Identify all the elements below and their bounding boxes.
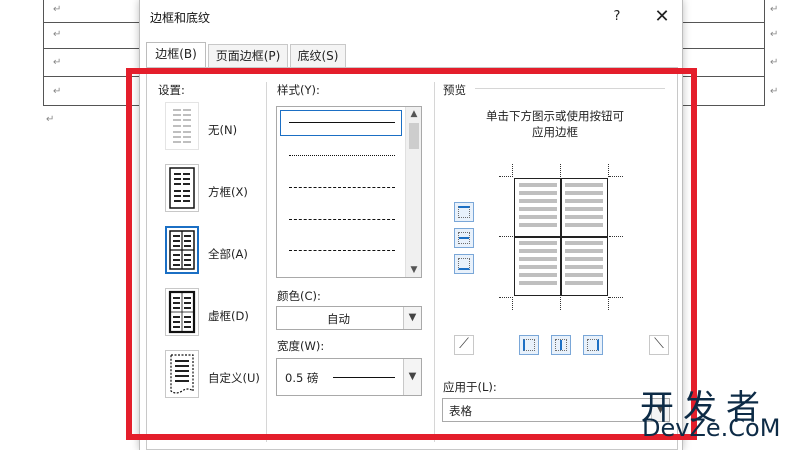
- column-divider: [434, 82, 435, 442]
- scroll-thumb[interactable]: [409, 123, 419, 149]
- diagonal-down-border-button[interactable]: ⟍: [649, 335, 669, 355]
- preview-divider: [475, 88, 665, 89]
- tab-page-border[interactable]: 页面边框(P): [208, 44, 288, 68]
- style-dashed-small[interactable]: [289, 187, 395, 188]
- corner-mark: [609, 297, 623, 298]
- paragraph-mark: ↵: [53, 57, 62, 68]
- corner-mark: [609, 236, 623, 237]
- preview-hint: 应用边框: [532, 125, 578, 139]
- setting-custom-icon: [170, 354, 194, 394]
- width-value: 0.5 磅: [285, 371, 319, 385]
- corner-mark: [499, 176, 513, 177]
- inside-vertical-border-icon: [555, 339, 567, 351]
- color-select[interactable]: 自动 ▼: [276, 306, 422, 330]
- preview-label: 预览: [443, 83, 466, 97]
- corner-mark: [512, 164, 513, 177]
- style-scrollbar[interactable]: ▲ ▼: [405, 107, 421, 277]
- setting-grid-thumb[interactable]: [165, 288, 199, 336]
- width-select[interactable]: 0.5 磅 ▼: [276, 358, 422, 396]
- left-border-icon: [523, 339, 535, 351]
- paragraph-mark: ↵: [770, 86, 779, 97]
- setting-all-label[interactable]: 全部(A): [208, 246, 248, 262]
- style-list[interactable]: ▲ ▼: [276, 106, 422, 278]
- setting-box-thumb[interactable]: [165, 164, 199, 212]
- paragraph-mark: ↵: [53, 86, 62, 97]
- borders-and-shading-dialog: 边框和底纹 ? ✕ 边框(B) 页面边框(P) 底纹(S) 设置: 无(N) 方…: [139, 0, 683, 450]
- chevron-down-icon[interactable]: ▼: [403, 307, 421, 329]
- diagonal-up-border-button[interactable]: ⟋: [454, 335, 474, 355]
- setting-grid-icon: [168, 290, 196, 334]
- borders-panel: 设置: 无(N) 方框(X) 全部(A) 虚框(D) 自定义(U) 样式(Y):…: [146, 67, 678, 450]
- setting-none-thumb[interactable]: [165, 102, 199, 150]
- paragraph-mark: ↵: [770, 57, 779, 68]
- apply-to-label: 应用于(L):: [443, 380, 497, 394]
- top-border-icon: [458, 206, 470, 218]
- chevron-down-icon[interactable]: ▼: [403, 359, 421, 395]
- width-sample-line: [333, 377, 395, 378]
- style-solid[interactable]: [289, 122, 395, 123]
- inside-horizontal-border-icon: [458, 232, 470, 244]
- dialog-title: 边框和底纹: [150, 11, 211, 25]
- tab-shading[interactable]: 底纹(S): [290, 44, 346, 68]
- inside-horizontal-border-button[interactable]: [454, 228, 474, 248]
- left-border-button[interactable]: [519, 335, 539, 355]
- style-dashed-large[interactable]: [289, 219, 395, 220]
- setting-custom-thumb[interactable]: [165, 350, 199, 398]
- color-label: 颜色(C):: [277, 289, 321, 303]
- paragraph-mark: ↵: [770, 4, 779, 15]
- watermark-domain: DevZe.CoM: [642, 414, 781, 442]
- setting-box-icon: [169, 167, 195, 209]
- settings-label: 设置:: [158, 83, 185, 97]
- setting-box-label[interactable]: 方框(X): [208, 184, 248, 200]
- color-value: 自动: [327, 312, 350, 326]
- scroll-up-icon[interactable]: ▲: [406, 107, 422, 121]
- setting-none-label[interactable]: 无(N): [208, 122, 237, 138]
- corner-mark: [512, 297, 513, 310]
- setting-grid-label[interactable]: 虚框(D): [208, 308, 249, 324]
- paragraph-mark: ↵: [53, 4, 62, 15]
- paragraph-mark: ↵: [53, 29, 62, 40]
- setting-all-thumb[interactable]: [165, 226, 199, 274]
- bottom-border-icon: [458, 258, 470, 270]
- tab-borders[interactable]: 边框(B): [146, 42, 206, 68]
- style-selection: [280, 110, 402, 136]
- preview-hint: 单击下方图示或使用按钮可: [486, 109, 624, 123]
- right-border-button[interactable]: [583, 335, 603, 355]
- corner-mark: [560, 297, 561, 310]
- apply-to-value: 表格: [449, 404, 472, 418]
- help-button[interactable]: ?: [606, 6, 628, 28]
- paragraph-mark: ↵: [770, 29, 779, 40]
- preview-table[interactable]: [514, 178, 608, 296]
- style-label: 样式(Y):: [277, 83, 320, 97]
- setting-all-icon: [169, 230, 195, 270]
- close-button[interactable]: ✕: [648, 4, 676, 30]
- corner-mark: [609, 176, 623, 177]
- corner-mark: [499, 236, 513, 237]
- scroll-down-icon[interactable]: ▼: [406, 263, 422, 277]
- column-divider: [266, 82, 267, 442]
- corner-mark: [608, 164, 609, 177]
- setting-custom-label[interactable]: 自定义(U): [208, 370, 260, 386]
- corner-mark: [560, 164, 561, 177]
- setting-none-icon: [173, 109, 191, 143]
- bottom-border-button[interactable]: [454, 254, 474, 274]
- style-dotted[interactable]: [289, 155, 395, 156]
- paragraph-mark: ↵: [46, 114, 55, 125]
- corner-mark: [608, 297, 609, 310]
- style-dash-dot[interactable]: [289, 250, 395, 251]
- right-border-icon: [587, 339, 599, 351]
- apply-to-select[interactable]: 表格 ▼: [442, 398, 670, 422]
- inside-vertical-border-button[interactable]: [551, 335, 571, 355]
- width-label: 宽度(W):: [277, 339, 325, 353]
- preview-inner-horizontal: [515, 236, 607, 238]
- corner-mark: [499, 297, 513, 298]
- top-border-button[interactable]: [454, 202, 474, 222]
